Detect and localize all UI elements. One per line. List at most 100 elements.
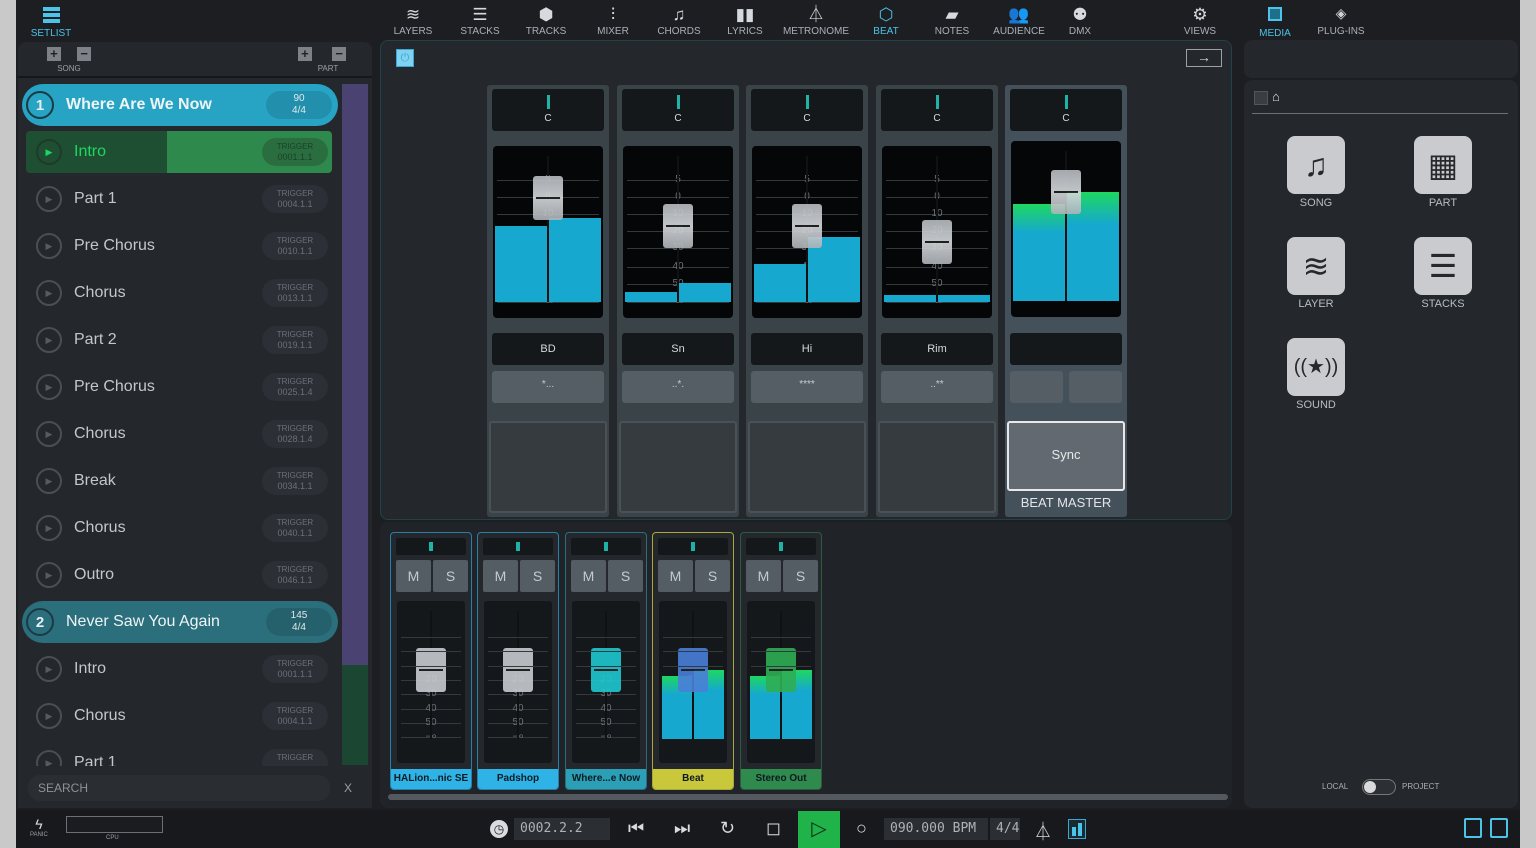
play-part-icon[interactable]: ▶: [36, 233, 62, 259]
play-part-icon[interactable]: ▶: [36, 515, 62, 541]
media-bay-layer[interactable]: ≋: [1287, 237, 1345, 295]
mute-button[interactable]: M: [571, 560, 606, 592]
pan-control[interactable]: [746, 538, 816, 555]
setlist-scrollbar[interactable]: [342, 84, 368, 665]
media-bay-part[interactable]: ▦: [1414, 136, 1472, 194]
tab-views[interactable]: ⚙ VIEWS: [1165, 4, 1235, 37]
tab-metronome[interactable]: ⏃ METRONOME: [781, 4, 851, 37]
trigger-pad[interactable]: [748, 421, 866, 513]
volume-fader[interactable]: [766, 647, 796, 692]
setlist-part[interactable]: ▶ Chorus TRIGGER 0040.1.1: [26, 507, 332, 549]
record-icon[interactable]: ○: [856, 818, 867, 839]
pan-control[interactable]: C: [492, 89, 604, 131]
mixer-scrollbar[interactable]: [388, 794, 1228, 800]
pan-control[interactable]: C: [881, 89, 993, 131]
play-part-icon[interactable]: ▶: [36, 280, 62, 306]
mute-button[interactable]: M: [396, 560, 431, 592]
pan-control[interactable]: C: [622, 89, 734, 131]
media-bay-stacks[interactable]: ☰: [1414, 237, 1472, 295]
pattern-button[interactable]: ****: [751, 371, 863, 403]
remove-song-button[interactable]: −: [77, 47, 92, 61]
trigger-pad[interactable]: [489, 421, 607, 513]
pan-control[interactable]: [658, 538, 728, 555]
setlist-part[interactable]: ▶ Part 2 TRIGGER 0019.1.1: [26, 319, 332, 361]
play-part-icon[interactable]: ▶: [36, 703, 62, 729]
panic-button[interactable]: ϟ PANIC: [30, 816, 48, 838]
pan-control[interactable]: C: [1010, 89, 1122, 131]
remove-part-button[interactable]: −: [332, 47, 347, 61]
mute-button[interactable]: M: [658, 560, 693, 592]
instrument-name[interactable]: [1010, 333, 1122, 365]
volume-fader[interactable]: [792, 203, 822, 248]
tab-layers[interactable]: ≋ LAYERS: [378, 4, 448, 37]
tab-beat[interactable]: ⬡ BEAT: [851, 4, 921, 37]
play-part-icon[interactable]: ▶: [36, 374, 62, 400]
tab-stacks[interactable]: ☰ STACKS: [445, 4, 515, 37]
play-part-icon[interactable]: ▶: [36, 327, 62, 353]
tab-lyrics[interactable]: ▮▮ LYRICS: [710, 4, 780, 37]
play-button[interactable]: ▷: [798, 811, 840, 848]
channel-name[interactable]: Where...e Now: [566, 769, 646, 789]
mute-button[interactable]: M: [483, 560, 518, 592]
media-bay-sound[interactable]: ((★)): [1287, 338, 1345, 396]
instrument-name[interactable]: Hi: [751, 333, 863, 365]
media-bay-song[interactable]: ♫: [1287, 136, 1345, 194]
add-part-button[interactable]: +: [297, 47, 312, 61]
setlist-part[interactable]: ▶ Pre Chorus TRIGGER 0025.1.4: [26, 366, 332, 408]
channel-name[interactable]: Beat: [653, 769, 733, 789]
setlist-song[interactable]: 1 Where Are We Now 90 4/4: [22, 84, 338, 126]
left-zone-toggle-icon[interactable]: [1464, 818, 1482, 838]
volume-fader[interactable]: [663, 203, 693, 248]
add-song-button[interactable]: +: [46, 47, 61, 61]
pan-control[interactable]: C: [751, 89, 863, 131]
play-part-icon[interactable]: ▶: [36, 139, 62, 165]
skip-forward-icon[interactable]: ⏭: [674, 818, 690, 839]
tab-audience[interactable]: 👥 AUDIENCE: [984, 4, 1054, 37]
solo-button[interactable]: S: [433, 560, 468, 592]
play-part-icon[interactable]: ▶: [36, 468, 62, 494]
level-meter-icon[interactable]: [1068, 819, 1086, 839]
setlist-song[interactable]: 2 Never Saw You Again 145 4/4: [22, 601, 338, 643]
pan-control[interactable]: [483, 538, 553, 555]
pan-control[interactable]: [571, 538, 641, 555]
tab-plug-ins[interactable]: ◈ PLUG-INS: [1314, 5, 1368, 37]
select-checkbox[interactable]: [1254, 91, 1268, 105]
mute-button[interactable]: M: [746, 560, 781, 592]
master-button-left[interactable]: [1010, 371, 1063, 403]
tab-setlist[interactable]: SETLIST: [26, 4, 76, 39]
pattern-button[interactable]: ..*.: [622, 371, 734, 403]
rewind-to-start-icon[interactable]: ⏮: [628, 818, 644, 839]
pattern-button[interactable]: ..**: [881, 371, 993, 403]
instrument-name[interactable]: Rim: [881, 333, 993, 365]
setlist-part[interactable]: ▶ Chorus TRIGGER 0028.1.4: [26, 413, 332, 455]
pan-control[interactable]: [396, 538, 466, 555]
setlist-part[interactable]: ▶ Chorus TRIGGER 0013.1.1: [26, 272, 332, 314]
instrument-name[interactable]: Sn: [622, 333, 734, 365]
trigger-pad[interactable]: [878, 421, 996, 513]
loop-icon[interactable]: ↻: [720, 818, 735, 839]
instrument-name[interactable]: BD: [492, 333, 604, 365]
setlist-part[interactable]: ▶ Intro TRIGGER 0001.1.1: [26, 131, 332, 173]
play-part-icon[interactable]: ▶: [36, 186, 62, 212]
play-part-icon[interactable]: ▶: [36, 656, 62, 682]
power-icon[interactable]: ⏻: [396, 49, 414, 67]
metronome-icon[interactable]: ⏃: [1034, 818, 1052, 844]
signature-display[interactable]: 4/4: [990, 818, 1020, 840]
volume-fader[interactable]: [533, 175, 563, 220]
solo-button[interactable]: S: [695, 560, 730, 592]
channel-name[interactable]: HALion...nic SE: [391, 769, 471, 789]
setlist-part[interactable]: ▶ Pre Chorus TRIGGER 0010.1.1: [26, 225, 332, 267]
position-display[interactable]: 0002.2.2: [514, 818, 610, 840]
volume-fader[interactable]: [922, 219, 952, 264]
trigger-pad[interactable]: [619, 421, 737, 513]
volume-fader[interactable]: [1051, 170, 1081, 215]
search-input[interactable]: SEARCH: [28, 775, 330, 801]
tab-notes[interactable]: ▰ NOTES: [917, 4, 987, 37]
channel-name[interactable]: Padshop: [478, 769, 558, 789]
setlist-part[interactable]: ▶ Break TRIGGER 0034.1.1: [26, 460, 332, 502]
solo-button[interactable]: S: [608, 560, 643, 592]
tab-chords[interactable]: ♫ CHORDS: [644, 4, 714, 37]
master-button-right[interactable]: [1069, 371, 1122, 403]
tab-dmx[interactable]: ⚉ DMX: [1045, 4, 1115, 37]
solo-button[interactable]: S: [783, 560, 818, 592]
